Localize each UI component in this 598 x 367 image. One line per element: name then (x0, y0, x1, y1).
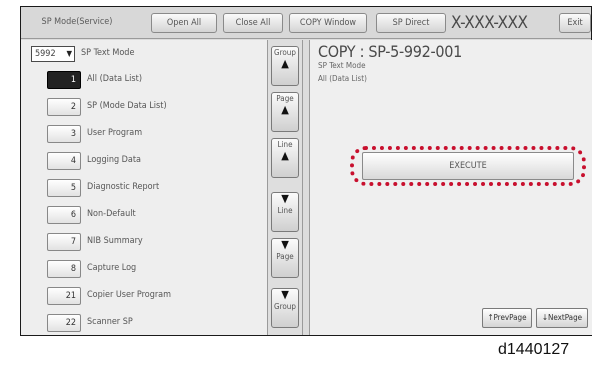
list-item[interactable]: 3 User Program (47, 125, 267, 143)
item-label: Logging Data (87, 155, 142, 165)
list-item[interactable]: 2 SP (Mode Data List) (47, 98, 267, 116)
list-item[interactable]: 8 Capture Log (47, 260, 267, 278)
prev-page-button[interactable]: ↑PrevPage (482, 308, 532, 328)
item-number-button[interactable]: 3 (47, 125, 81, 143)
arrow-down-icon: ▼ (281, 288, 289, 301)
sp-item-list-panel: 5992 ▼ SP Text Mode 1 All (Data List) 2 … (21, 40, 267, 335)
item-number-button[interactable]: 22 (47, 314, 81, 332)
arrow-down-icon: ▼ (281, 238, 289, 251)
close-all-button[interactable]: Close All (223, 13, 283, 33)
sp-subtitle-mode: SP Text Mode (318, 61, 366, 70)
execute-button[interactable]: EXECUTE (362, 152, 574, 180)
item-number-button[interactable]: 2 (47, 98, 81, 116)
arrow-up-icon: ▲ (281, 149, 289, 162)
group-down-label: Group (274, 302, 296, 311)
mode-title: SP Text Mode (81, 48, 135, 58)
line-down-button[interactable]: ▼ Line (271, 192, 299, 232)
item-label: All (Data List) (87, 74, 142, 84)
item-number-button[interactable]: 6 (47, 206, 81, 224)
mode-label: SP Mode(Service) (41, 17, 113, 27)
sp-detail-panel: COPY : SP-5-992-001 SP Text Mode All (Da… (309, 40, 592, 335)
group-code-select[interactable]: 5992 ▼ (31, 46, 75, 62)
item-number-button[interactable]: 7 (47, 233, 81, 251)
sp-subtitle-item: All (Data List) (318, 74, 367, 83)
group-up-button[interactable]: Group ▲ (271, 46, 299, 86)
next-page-button[interactable]: ↓NextPage (536, 308, 588, 328)
arrow-up-icon: ▲ (281, 103, 289, 116)
dropdown-arrow-icon: ▼ (66, 49, 72, 58)
list-item[interactable]: 7 NIB Summary (47, 233, 267, 251)
arrow-down-icon: ▼ (281, 192, 289, 205)
item-label: NIB Summary (87, 236, 143, 246)
item-label: Scanner SP (87, 317, 133, 327)
copy-window-button[interactable]: COPY Window (289, 13, 367, 33)
item-label: Capture Log (87, 263, 137, 273)
arrow-up-icon: ▲ (281, 57, 289, 70)
item-number-button[interactable]: 4 (47, 152, 81, 170)
page-down-button[interactable]: ▼ Page (271, 238, 299, 278)
list-item[interactable]: 1 All (Data List) (47, 71, 267, 89)
item-number-button[interactable]: 5 (47, 179, 81, 197)
list-item[interactable]: 21 Copier User Program (47, 287, 267, 305)
top-bar: SP Mode(Service) Open All Close All COPY… (21, 7, 591, 39)
list-item[interactable]: 22 Scanner SP (47, 314, 267, 332)
item-number-button[interactable]: 1 (47, 71, 81, 89)
item-number-button[interactable]: 8 (47, 260, 81, 278)
item-label: Copier User Program (87, 290, 172, 300)
sp-mode-screen: SP Mode(Service) Open All Close All COPY… (20, 6, 592, 336)
line-up-button[interactable]: Line ▲ (271, 138, 299, 178)
sp-title: COPY : SP-5-992-001 (318, 42, 462, 61)
scroll-button-column: Group ▲ Page ▲ Line ▲ ▼ Line ▼ Page ▼ Gr… (267, 40, 303, 335)
item-label: Non-Default (87, 209, 136, 219)
sp-code-display: X-XXX-XXX (451, 13, 528, 33)
list-item[interactable]: 4 Logging Data (47, 152, 267, 170)
figure-id-caption: d1440127 (498, 341, 570, 358)
page-up-button[interactable]: Page ▲ (271, 92, 299, 132)
list-item[interactable]: 5 Diagnostic Report (47, 179, 267, 197)
group-code-value: 5992 (35, 49, 56, 59)
open-all-button[interactable]: Open All (151, 13, 217, 33)
list-item[interactable]: 6 Non-Default (47, 206, 267, 224)
item-label: Diagnostic Report (87, 182, 160, 192)
group-down-button[interactable]: ▼ Group (271, 288, 299, 328)
sp-direct-button[interactable]: SP Direct (376, 13, 446, 33)
exit-button[interactable]: Exit (559, 13, 591, 33)
item-label: SP (Mode Data List) (87, 101, 167, 111)
line-down-label: Line (277, 206, 293, 215)
item-label: User Program (87, 128, 143, 138)
item-number-button[interactable]: 21 (47, 287, 81, 305)
page-down-label: Page (276, 252, 294, 261)
